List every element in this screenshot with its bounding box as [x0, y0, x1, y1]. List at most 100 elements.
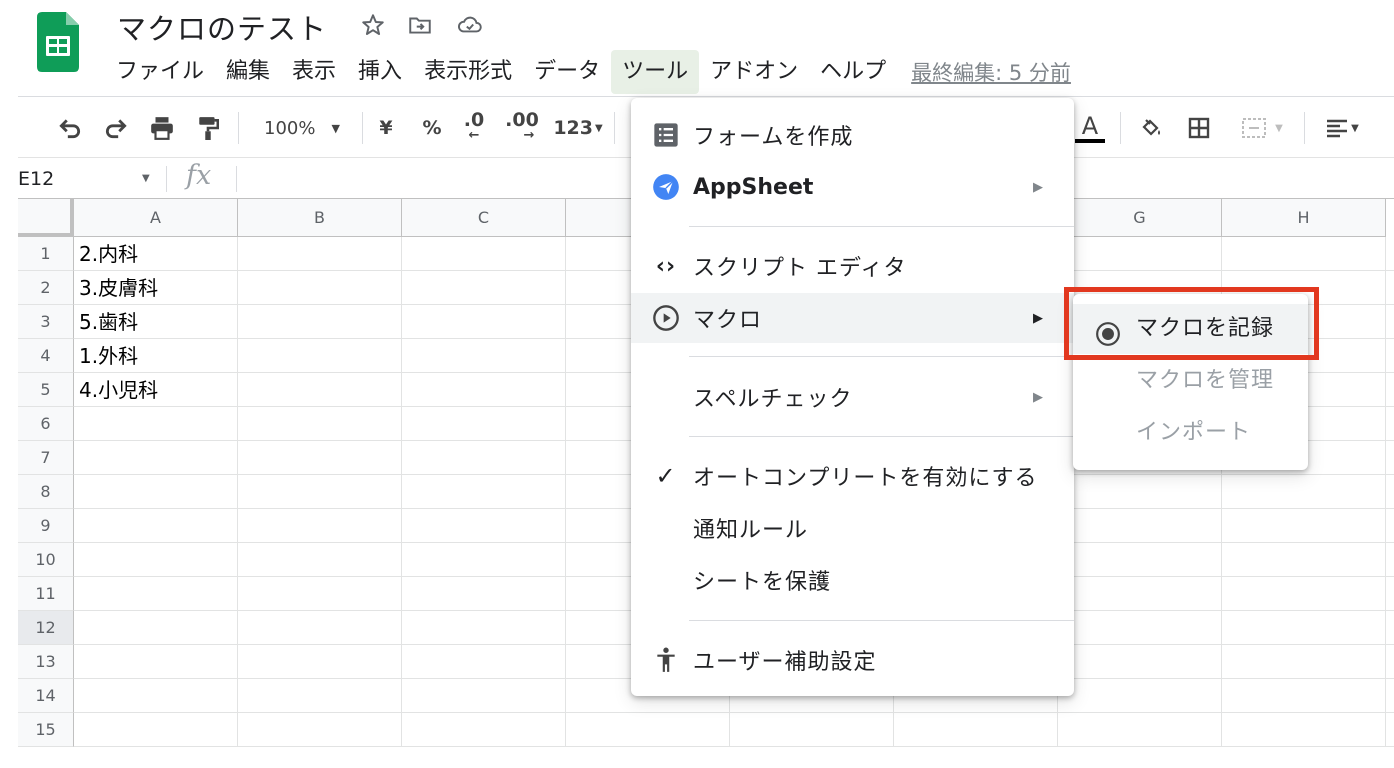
menu-item-label: スクリプト エディタ [693, 256, 907, 281]
menu-item-script-editor[interactable]: ‹› スクリプト エディタ [631, 241, 1074, 291]
fill-color-icon[interactable] [1136, 108, 1166, 148]
menu-separator [689, 436, 1074, 437]
row-header[interactable]: 1 [18, 237, 74, 271]
percent-format-button[interactable]: % [420, 108, 444, 148]
menu-format[interactable]: 表示形式 [413, 50, 523, 94]
cell-a5[interactable]: 4.小児科 [74, 373, 238, 407]
row-header[interactable]: 4 [18, 339, 74, 373]
row-header[interactable]: 5 [18, 373, 74, 407]
menu-item-accessibility[interactable]: ユーザー補助設定 [631, 635, 1074, 685]
form-icon [651, 120, 681, 150]
menu-item-import-macro[interactable]: インポート [1073, 408, 1308, 458]
menu-file[interactable]: ファイル [105, 50, 215, 94]
merge-cells-icon[interactable]: ▼ [1232, 108, 1292, 148]
zoom-select[interactable]: 100% ▼ [252, 108, 352, 148]
borders-icon[interactable] [1184, 108, 1214, 148]
menu-item-label: インポート [1136, 420, 1252, 445]
row-header[interactable]: 3 [18, 305, 74, 339]
text-color-glyph: A [1081, 112, 1099, 140]
row-header[interactable]: 7 [18, 441, 74, 475]
menu-item-appsheet[interactable]: AppSheet ▶ [631, 162, 1074, 212]
decrease-decimal-label: .0 [463, 109, 485, 131]
checkmark-icon: ✓ [655, 462, 677, 490]
arrow-left-icon: ← [468, 128, 480, 143]
sheets-logo-icon[interactable] [37, 12, 79, 72]
row-header[interactable]: 13 [18, 645, 74, 679]
menu-insert[interactable]: 挿入 [347, 50, 413, 94]
row-header-selected[interactable]: 12 [18, 611, 74, 645]
row-header[interactable]: 14 [18, 679, 74, 713]
play-circle-icon [651, 303, 681, 333]
chevron-down-icon: ▼ [594, 122, 603, 134]
menu-item-macros[interactable]: マクロ ▶ [631, 293, 1074, 343]
column-header-b[interactable]: B [238, 199, 402, 237]
increase-decimal-label: .00 [505, 109, 539, 131]
toolbar-separator [238, 112, 239, 144]
row-header[interactable]: 8 [18, 475, 74, 509]
menu-item-label: ユーザー補助設定 [693, 650, 877, 675]
menu-separator [689, 226, 1074, 227]
horizontal-align-icon[interactable]: ▼ [1318, 108, 1366, 148]
menu-item-create-form[interactable]: フォームを作成 [631, 110, 1074, 160]
cell-a2[interactable]: 3.皮膚科 [74, 271, 238, 305]
row-header[interactable]: 6 [18, 407, 74, 441]
redo-icon[interactable] [100, 108, 132, 148]
row-header[interactable]: 11 [18, 577, 74, 611]
appsheet-icon [651, 172, 681, 202]
menu-help[interactable]: ヘルプ [809, 50, 897, 94]
menu-item-label: マクロを管理 [1136, 368, 1275, 393]
row-header[interactable]: 15 [18, 713, 74, 747]
menu-separator [689, 356, 1074, 357]
cell-a1[interactable]: 2.内科 [74, 237, 238, 271]
column-header-c[interactable]: C [402, 199, 566, 237]
column-header-h[interactable]: H [1222, 199, 1386, 237]
column-header-g[interactable]: G [1058, 199, 1222, 237]
row-header[interactable]: 10 [18, 543, 74, 577]
name-box[interactable]: E12 ▼ [18, 164, 158, 194]
row-header[interactable]: 9 [18, 509, 74, 543]
menu-item-manage-macros[interactable]: マクロを管理 [1073, 356, 1308, 406]
toolbar-separator [1304, 112, 1305, 144]
column-header-a[interactable]: A [74, 199, 238, 237]
menu-item-protect-sheet[interactable]: シートを保護 [631, 555, 1074, 605]
menu-item-label: スペルチェック [693, 387, 853, 412]
toolbar-separator [362, 112, 363, 144]
cell-a3[interactable]: 5.歯科 [74, 305, 238, 339]
menu-item-notification-rules[interactable]: 通知ルール [631, 503, 1074, 553]
undo-icon[interactable] [54, 108, 86, 148]
menu-addons[interactable]: アドオン [699, 50, 809, 94]
zoom-value: 100% [264, 117, 316, 139]
increase-decimal-button[interactable]: .00 → [504, 108, 540, 148]
submenu-arrow-icon: ▶ [1033, 310, 1044, 326]
chevron-down-icon: ▼ [1275, 122, 1283, 134]
cell-a4[interactable]: 1.外科 [74, 339, 238, 373]
toolbar-separator [614, 112, 615, 144]
text-color-button[interactable]: A [1074, 108, 1106, 148]
formula-separator [236, 166, 237, 192]
currency-format-button[interactable]: ¥ [374, 108, 398, 148]
menu-item-autocomplete[interactable]: ✓ オートコンプリートを有効にする [631, 451, 1074, 501]
text-color-swatch [1075, 139, 1105, 143]
move-folder-icon[interactable] [407, 12, 433, 38]
menu-edit[interactable]: 編集 [215, 50, 281, 94]
chevron-down-icon: ▼ [331, 121, 340, 135]
menu-item-label: シートを保護 [693, 570, 832, 595]
decrease-decimal-button[interactable]: .0 ← [458, 108, 490, 148]
cloud-saved-icon[interactable] [456, 12, 482, 38]
highlight-annotation-box [1064, 287, 1319, 360]
menu-item-spellcheck[interactable]: スペルチェック ▶ [631, 372, 1074, 422]
document-title[interactable]: マクロのテスト [117, 6, 327, 48]
select-all-corner[interactable] [18, 199, 74, 237]
menu-data[interactable]: データ [523, 50, 611, 94]
menu-tools[interactable]: ツール [611, 50, 700, 94]
number-format-select[interactable]: 123 ▼ [550, 108, 606, 148]
menu-view[interactable]: 表示 [281, 50, 347, 94]
number-format-label: 123 [553, 117, 593, 139]
paint-format-icon[interactable] [192, 108, 224, 148]
row-header[interactable]: 2 [18, 271, 74, 305]
star-icon[interactable] [360, 12, 386, 38]
tools-menu: フォームを作成 AppSheet ▶ ‹› スクリプト エディタ マクロ ▶ ス… [631, 98, 1074, 696]
print-icon[interactable] [146, 108, 178, 148]
menu-item-label: 通知ルール [693, 518, 809, 543]
last-edit-link[interactable]: 最終編集: 5 分前 [911, 57, 1071, 87]
